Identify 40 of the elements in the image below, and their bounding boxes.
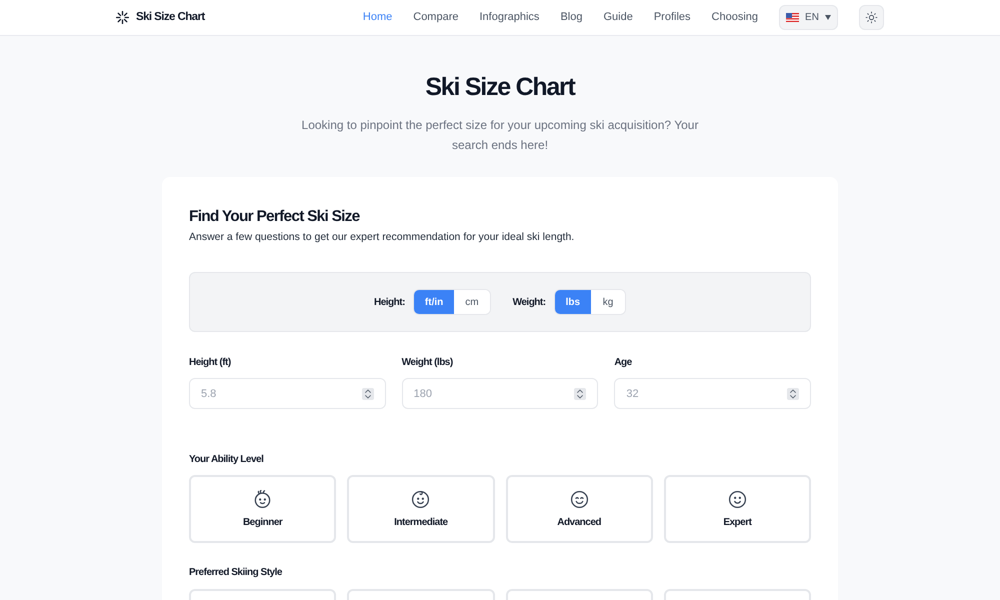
nav-link[interactable]: Home xyxy=(362,9,392,26)
unit-toggle[interactable]: ft/in xyxy=(414,290,454,314)
field-label: Age xyxy=(614,356,632,370)
nav-link[interactable]: Guide xyxy=(603,9,633,26)
spinner-icon[interactable] xyxy=(574,388,586,400)
section-label: Your Ability Level xyxy=(189,453,264,467)
ability-option[interactable]: Expert xyxy=(664,475,811,543)
page-subtitle: Looking to pinpoint the perfect size for your upcoming ski acquisition? Your search ends here! xyxy=(300,117,700,154)
language-button[interactable]: EN xyxy=(779,5,838,30)
caret-icon xyxy=(824,15,831,20)
spinner-icon[interactable] xyxy=(787,388,799,400)
ability-option[interactable]: Beginner xyxy=(189,475,336,543)
nav-link[interactable]: Choosing xyxy=(712,9,758,26)
section-label: Preferred Skiing Style xyxy=(189,566,282,580)
page-title: Ski Size Chart xyxy=(425,72,575,103)
number-input-field[interactable]: 32 xyxy=(614,378,811,409)
ability-option[interactable]: Advanced xyxy=(506,475,653,543)
unit-toggle[interactable]: lbs xyxy=(554,290,592,314)
nav-link[interactable]: Profiles xyxy=(654,9,691,26)
baby-face-icon xyxy=(253,490,272,508)
field-label: Weight (lbs) xyxy=(402,356,453,370)
nav-link[interactable]: Infographics xyxy=(480,9,540,26)
nav-link[interactable]: Blog xyxy=(560,9,582,26)
finder-title: Find Your Perfect Ski Size xyxy=(189,207,360,227)
flag-icon xyxy=(786,13,800,22)
smiling-face-icon xyxy=(411,490,430,508)
unit-label: Weight: xyxy=(512,296,546,310)
nav-link[interactable]: Compare xyxy=(413,9,458,26)
number-input-field[interactable]: 180 xyxy=(402,378,598,409)
field-label: Height (ft) xyxy=(189,356,231,370)
number-input-field[interactable]: 5.8 xyxy=(189,378,386,409)
smiling-face-icon xyxy=(728,490,747,508)
theme-toggle-button[interactable] xyxy=(859,5,884,30)
ability-option[interactable]: Intermediate xyxy=(347,475,494,543)
unit-label: Height: xyxy=(374,296,405,310)
finder-description: Answer a few questions to get our expert recommendation for your ideal ski length. xyxy=(189,230,574,244)
snowflake-icon xyxy=(116,11,129,24)
logo-text[interactable]: Ski Size Chart xyxy=(136,8,205,26)
sun-icon xyxy=(865,11,878,24)
happy-face-icon xyxy=(570,490,589,508)
